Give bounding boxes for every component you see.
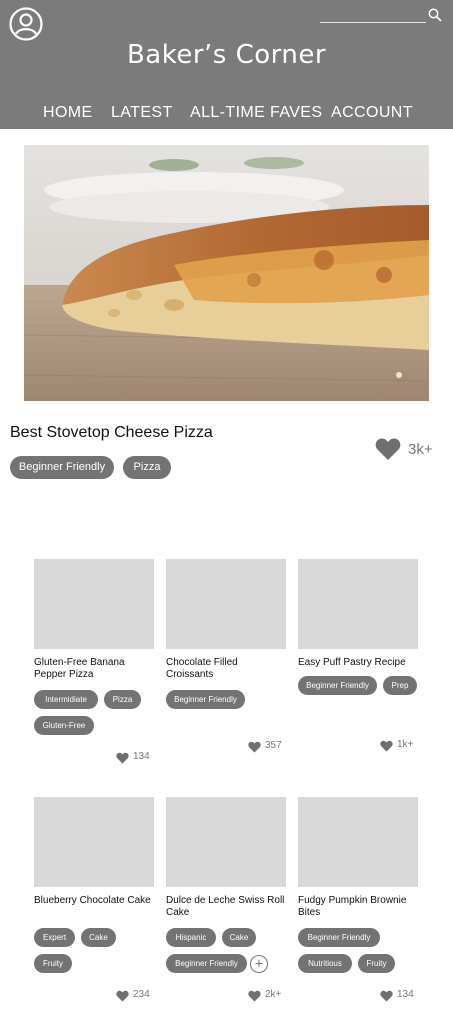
tag-beginner-friendly[interactable]: Beginner Friendly xyxy=(166,690,245,709)
like-count: 134 xyxy=(133,751,150,762)
search-icon[interactable] xyxy=(428,8,442,22)
heart-icon[interactable] xyxy=(380,739,393,752)
recipe-title[interactable]: Fudgy Pumpkin Brownie Bites xyxy=(298,895,418,919)
like-count: 1k+ xyxy=(397,739,414,750)
account-avatar-icon[interactable] xyxy=(9,7,43,41)
featured-recipe-title[interactable]: Best Stovetop Cheese Pizza xyxy=(10,424,213,442)
featured-tag-beginner-friendly[interactable]: Beginner Friendly xyxy=(10,456,114,479)
tag-expert[interactable]: Expert xyxy=(34,928,75,947)
main-nav: HOME LATEST ALL-TIME FAVES ACCOUNT xyxy=(0,104,453,124)
heart-icon[interactable] xyxy=(248,989,261,1002)
tag-fruity[interactable]: Fruity xyxy=(34,954,72,973)
tag-prep[interactable]: Prep xyxy=(383,676,417,695)
heart-icon[interactable] xyxy=(248,740,261,753)
recipe-thumbnail[interactable] xyxy=(298,797,418,887)
like-count: 2k+ xyxy=(265,989,282,1000)
featured-tag-pizza[interactable]: Pizza xyxy=(123,456,171,479)
heart-icon[interactable] xyxy=(380,989,393,1002)
recipe-thumbnail[interactable] xyxy=(298,559,418,649)
nav-home[interactable]: HOME xyxy=(43,104,93,122)
search-input[interactable] xyxy=(320,22,426,23)
like-count: 134 xyxy=(397,989,414,1000)
recipe-thumbnail[interactable] xyxy=(34,559,154,649)
nav-all-time-faves[interactable]: ALL-TIME FAVES xyxy=(190,104,322,122)
tag-nutritious[interactable]: Nutritious xyxy=(298,954,352,973)
recipe-title[interactable]: Dulce de Leche Swiss Roll Cake xyxy=(166,895,286,919)
tag-beginner-friendly[interactable]: Beginner Friendly xyxy=(298,928,380,947)
recipe-thumbnail[interactable] xyxy=(34,797,154,887)
tag-beginner-friendly[interactable]: Beginner Friendly xyxy=(166,954,247,973)
recipe-thumbnail[interactable] xyxy=(166,559,286,649)
tag-cake[interactable]: Cake xyxy=(81,928,116,947)
tag-beginner-friendly[interactable]: Beginner Friendly xyxy=(298,676,377,695)
tag-cake[interactable]: Cake xyxy=(222,928,256,947)
tag-hispanic[interactable]: Hispanic xyxy=(166,928,216,947)
heart-icon[interactable] xyxy=(116,751,129,764)
like-count: 234 xyxy=(133,989,150,1000)
heart-icon[interactable] xyxy=(116,989,129,1002)
featured-recipe-image[interactable] xyxy=(24,145,429,401)
site-title: Baker’s Corner xyxy=(126,40,327,70)
nav-latest[interactable]: LATEST xyxy=(111,104,173,122)
tag-gluten-free[interactable]: Gluten-Free xyxy=(34,716,94,735)
tag-intermediate[interactable]: Intermidiate xyxy=(34,690,98,709)
tag-pizza[interactable]: Pizza xyxy=(104,690,141,709)
recipe-title[interactable]: Easy Puff Pastry Recipe xyxy=(298,657,418,669)
add-tag-button[interactable]: + xyxy=(250,955,268,973)
tag-fruity[interactable]: Fruity xyxy=(358,954,395,973)
heart-icon[interactable] xyxy=(375,437,401,461)
recipe-title[interactable]: Blueberry Chocolate Cake xyxy=(34,895,154,907)
recipe-title[interactable]: Chocolate Filled Croissants xyxy=(166,657,286,681)
site-header: Baker’s Corner HOME LATEST ALL-TIME FAVE… xyxy=(0,0,453,129)
like-count: 357 xyxy=(265,740,282,751)
featured-like-count: 3k+ xyxy=(408,441,433,458)
nav-account[interactable]: ACCOUNT xyxy=(331,104,413,122)
recipe-title[interactable]: Gluten-Free Banana Pepper Pizza xyxy=(34,657,154,681)
recipe-thumbnail[interactable] xyxy=(166,797,286,887)
